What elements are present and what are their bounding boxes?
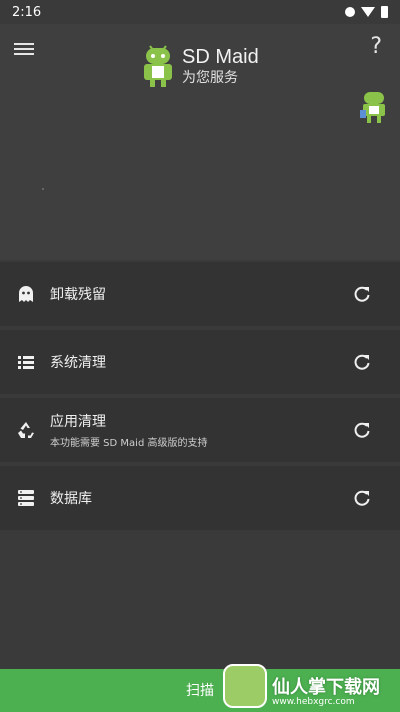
refresh-icon[interactable] (352, 284, 372, 304)
watermark-text: 仙人掌下载网 (272, 677, 380, 698)
list-icon (18, 356, 34, 369)
menu-icon-line (14, 43, 34, 45)
ghost-icon (19, 286, 33, 302)
app-title: SD Maid (182, 45, 259, 68)
tool-text: 卸载残留 (50, 262, 106, 326)
mascot-icon[interactable] (360, 90, 388, 124)
help-button[interactable]: ? (370, 34, 382, 59)
menu-icon-line (14, 48, 34, 50)
menu-icon-line (14, 53, 34, 55)
tool-label: 卸载残留 (50, 287, 106, 303)
tool-row-systemcleaner[interactable]: 系统清理 (0, 330, 400, 394)
tool-subtitle: 本功能需要 SD Maid 高级版的支持 (50, 438, 208, 449)
tool-row-appcleaner[interactable]: 应用清理 本功能需要 SD Maid 高级版的支持 (0, 398, 400, 462)
wifi-icon (361, 7, 375, 17)
database-icon (18, 490, 34, 506)
app-header: SD Maid 为您服务 ? (0, 24, 400, 260)
status-time: 2:16 (12, 4, 42, 20)
tool-label: 应用清理 (50, 414, 106, 430)
tool-text: 数据库 (50, 466, 92, 530)
scan-button[interactable]: 扫描 (186, 680, 214, 700)
app-subtitle: 为您服务 (182, 69, 238, 86)
refresh-icon[interactable] (352, 420, 372, 440)
recycle-icon (18, 422, 34, 438)
battery-icon (381, 6, 388, 18)
tool-text: 系统清理 (50, 330, 106, 394)
refresh-icon[interactable] (352, 488, 372, 508)
tool-list: 卸载残留 系统清理 应用清理 本功能需要 SD Maid 高级版的支持 数据库 (0, 262, 400, 534)
tool-text: 应用清理 本功能需要 SD Maid 高级版的支持 (50, 398, 207, 462)
decorative-dot (42, 188, 44, 190)
status-icons (345, 6, 388, 18)
logo-block: SD Maid 为您服务 (140, 44, 259, 88)
status-bar: 2:16 (0, 0, 400, 24)
tool-row-databases[interactable]: 数据库 (0, 466, 400, 530)
tool-row-corpsefinder[interactable]: 卸载残留 (0, 262, 400, 326)
watermark-cactus-logo-icon (223, 664, 267, 708)
refresh-icon[interactable] (352, 352, 372, 372)
watermark-url: www.hebxgrc.com (272, 697, 355, 707)
android-maid-logo-icon (144, 45, 172, 87)
tool-label: 系统清理 (50, 355, 106, 371)
menu-button[interactable] (14, 40, 34, 56)
tool-label: 数据库 (50, 491, 92, 507)
notification-dot-icon (345, 7, 355, 17)
titles: SD Maid 为您服务 (182, 46, 259, 86)
